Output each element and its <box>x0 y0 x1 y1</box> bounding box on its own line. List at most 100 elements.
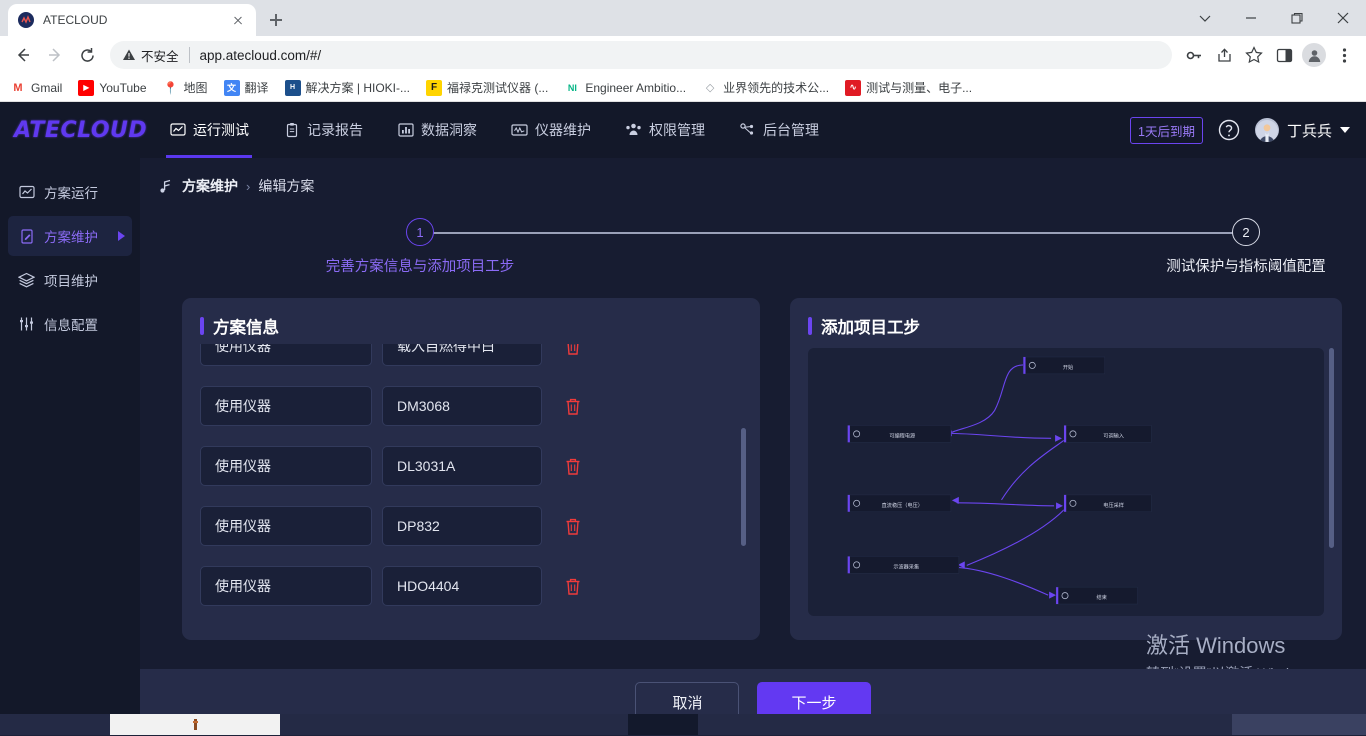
workflow-canvas[interactable]: 开始 可编程电源 可调输入 直流稳压（电压） 电压采样 示波器采集 结束 <box>808 348 1324 616</box>
chart-monitor-icon <box>18 184 35 201</box>
breadcrumb: 方案维护 › 编辑方案 <box>140 158 1366 196</box>
hioki-icon: H <box>284 79 301 96</box>
app-logo[interactable]: ATECLOUD <box>14 118 147 143</box>
instrument-label-field[interactable]: 使用仪器 <box>200 386 372 426</box>
instrument-label-field[interactable]: 使用仪器 <box>200 506 372 546</box>
sidebar-item-label: 方案运行 <box>44 186 98 201</box>
topnav-label: 权限管理 <box>649 122 705 138</box>
atecloud-logo-icon <box>18 12 34 28</box>
fluke-icon: F <box>426 79 442 96</box>
workflow-diagram: 开始 可编程电源 可调输入 直流稳压（电压） 电压采样 示波器采集 结束 <box>847 356 1152 605</box>
password-key-icon[interactable] <box>1180 41 1208 69</box>
topnav-item-permission[interactable]: 权限管理 <box>608 102 722 158</box>
instrument-value-field[interactable]: DM3068 <box>382 386 542 426</box>
instrument-label-field[interactable]: 使用仪器 <box>200 446 372 486</box>
minimize-icon[interactable] <box>1228 0 1274 36</box>
breadcrumb-root[interactable]: 方案维护 <box>182 176 238 196</box>
canvas-scrollbar[interactable] <box>1329 348 1334 548</box>
instrument-label-field[interactable]: 使用仪器 <box>200 344 372 366</box>
bookmark-item[interactable]: ▶ YouTube <box>78 79 147 96</box>
topnav-label: 仪器维护 <box>535 122 591 138</box>
scheme-info-panel: 方案信息 使用仪器 载入自燃得中白 使用仪器 DM3068 使用仪器 DL303… <box>182 298 760 640</box>
step-number: 1 <box>406 218 434 246</box>
users-icon <box>625 122 642 139</box>
bookmark-label: 解决方案 | HIOKI-... <box>305 81 410 95</box>
trash-icon[interactable] <box>562 344 584 357</box>
topnav-item-backend[interactable]: 后台管理 <box>722 102 836 158</box>
bookmark-item[interactable]: NI Engineer Ambitio... <box>564 80 686 96</box>
topnav-item-report[interactable]: 记录报告 <box>266 102 380 158</box>
sidebar-item-scheme-run[interactable]: 方案运行 <box>8 172 132 212</box>
instrument-label-field[interactable]: 使用仪器 <box>200 566 372 606</box>
bookmark-item[interactable]: H 解决方案 | HIOKI-... <box>284 79 410 96</box>
bookmark-label: 地图 <box>183 81 208 95</box>
bookmark-label: YouTube <box>99 80 147 95</box>
user-menu[interactable]: 丁兵兵 <box>1254 118 1350 142</box>
url-text[interactable]: app.atecloud.com/#/ <box>200 48 322 63</box>
question-circle-icon[interactable] <box>1217 118 1241 142</box>
bookmark-label: 福禄克测试仪器 (... <box>447 81 549 95</box>
trash-icon[interactable] <box>562 575 584 597</box>
form-scroll-area[interactable]: 使用仪器 载入自燃得中白 使用仪器 DM3068 使用仪器 DL3031A 使用… <box>200 344 742 632</box>
instrument-value-field[interactable]: DP832 <box>382 506 542 546</box>
bookmark-item[interactable]: 📍 地图 <box>163 79 208 96</box>
stepper-step-2[interactable]: 2 测试保护与指标阈值配置 <box>1133 218 1359 276</box>
instrument-value-field[interactable]: HDO4404 <box>382 566 542 606</box>
bookmark-item[interactable]: 文翻译 <box>223 79 269 96</box>
reload-icon[interactable] <box>72 40 102 70</box>
sidebar: 方案运行 方案维护 项目维护 信息配置 <box>0 158 140 735</box>
stepper-step-1[interactable]: 1 完善方案信息与添加项目工步 <box>307 218 533 276</box>
browser-tab[interactable]: ATECLOUD <box>8 4 256 36</box>
back-icon[interactable] <box>8 40 38 70</box>
bookmark-item[interactable]: ∿ 测试与测量、电子... <box>845 79 972 96</box>
bookmark-item[interactable]: F 福禄克测试仪器 (... <box>426 79 548 96</box>
stepper: 1 完善方案信息与添加项目工步 2 测试保护与指标阈值配置 <box>326 218 1326 280</box>
chevron-down-icon[interactable] <box>1340 127 1350 133</box>
topnav-item-run-test[interactable]: 运行测试 <box>152 102 266 158</box>
tab-search-icon[interactable] <box>1182 0 1228 36</box>
svg-text:开始: 开始 <box>1063 363 1073 371</box>
instrument-value-field[interactable]: DL3031A <box>382 446 542 486</box>
bookmark-label: 业界领先的技术公... <box>723 81 830 95</box>
new-tab-button[interactable] <box>262 6 290 34</box>
bookmark-item[interactable]: ◇ 业界领先的技术公... <box>702 79 829 96</box>
topnav-label: 记录报告 <box>307 122 363 138</box>
maximize-icon[interactable] <box>1274 0 1320 36</box>
trash-icon[interactable] <box>562 395 584 417</box>
bookmark-label: Engineer Ambitio... <box>585 80 687 95</box>
forward-icon[interactable] <box>40 40 70 70</box>
close-icon[interactable] <box>230 12 246 28</box>
maps-icon: 📍 <box>163 80 178 95</box>
sidebar-item-label: 信息配置 <box>44 318 98 333</box>
chrome-menu-icon[interactable] <box>1330 41 1358 69</box>
main-content: 方案维护 › 编辑方案 1 完善方案信息与添加项目工步 2 测试保护与指标阈值配… <box>140 158 1366 735</box>
instrument-value-field[interactable]: 载入自燃得中白 <box>382 344 542 366</box>
share-icon[interactable] <box>1210 41 1238 69</box>
chevron-right-icon <box>118 231 125 241</box>
header-right-group: 1天后到期 丁兵兵 <box>1130 116 1350 144</box>
panel-title-text: 添加项目工步 <box>821 319 920 337</box>
bookmark-star-icon[interactable] <box>1240 41 1268 69</box>
profile-avatar-button[interactable] <box>1300 41 1328 69</box>
taskbar-tray[interactable] <box>1232 714 1366 735</box>
app-body: 方案运行 方案维护 项目维护 信息配置 方案维护 › 编辑方案 1 完善方案信息… <box>0 158 1366 735</box>
topnav-label: 后台管理 <box>763 122 819 138</box>
security-indicator[interactable]: 不安全 <box>122 46 179 65</box>
panels-row: 方案信息 使用仪器 载入自燃得中白 使用仪器 DM3068 使用仪器 DL303… <box>140 280 1366 640</box>
topnav-item-data-insight[interactable]: 数据洞察 <box>380 102 494 158</box>
bookmark-item[interactable]: M Gmail <box>10 80 62 96</box>
sidebar-item-info-config[interactable]: 信息配置 <box>8 304 132 344</box>
close-window-icon[interactable] <box>1320 0 1366 36</box>
trash-icon[interactable] <box>562 455 584 477</box>
expire-badge[interactable]: 1天后到期 <box>1130 116 1203 144</box>
sidebar-item-scheme-maintain[interactable]: 方案维护 <box>8 216 132 256</box>
form-scrollbar[interactable] <box>741 428 746 546</box>
taskbar-window-preview[interactable] <box>110 714 280 735</box>
topnav-item-instrument[interactable]: 仪器维护 <box>494 102 608 158</box>
trash-icon[interactable] <box>562 515 584 537</box>
side-panel-icon[interactable] <box>1270 41 1298 69</box>
sliders-icon <box>18 316 35 333</box>
address-bar[interactable]: 不安全 app.atecloud.com/#/ <box>110 41 1172 69</box>
topnav-label: 数据洞察 <box>421 122 477 138</box>
sidebar-item-project-maintain[interactable]: 项目维护 <box>8 260 132 300</box>
